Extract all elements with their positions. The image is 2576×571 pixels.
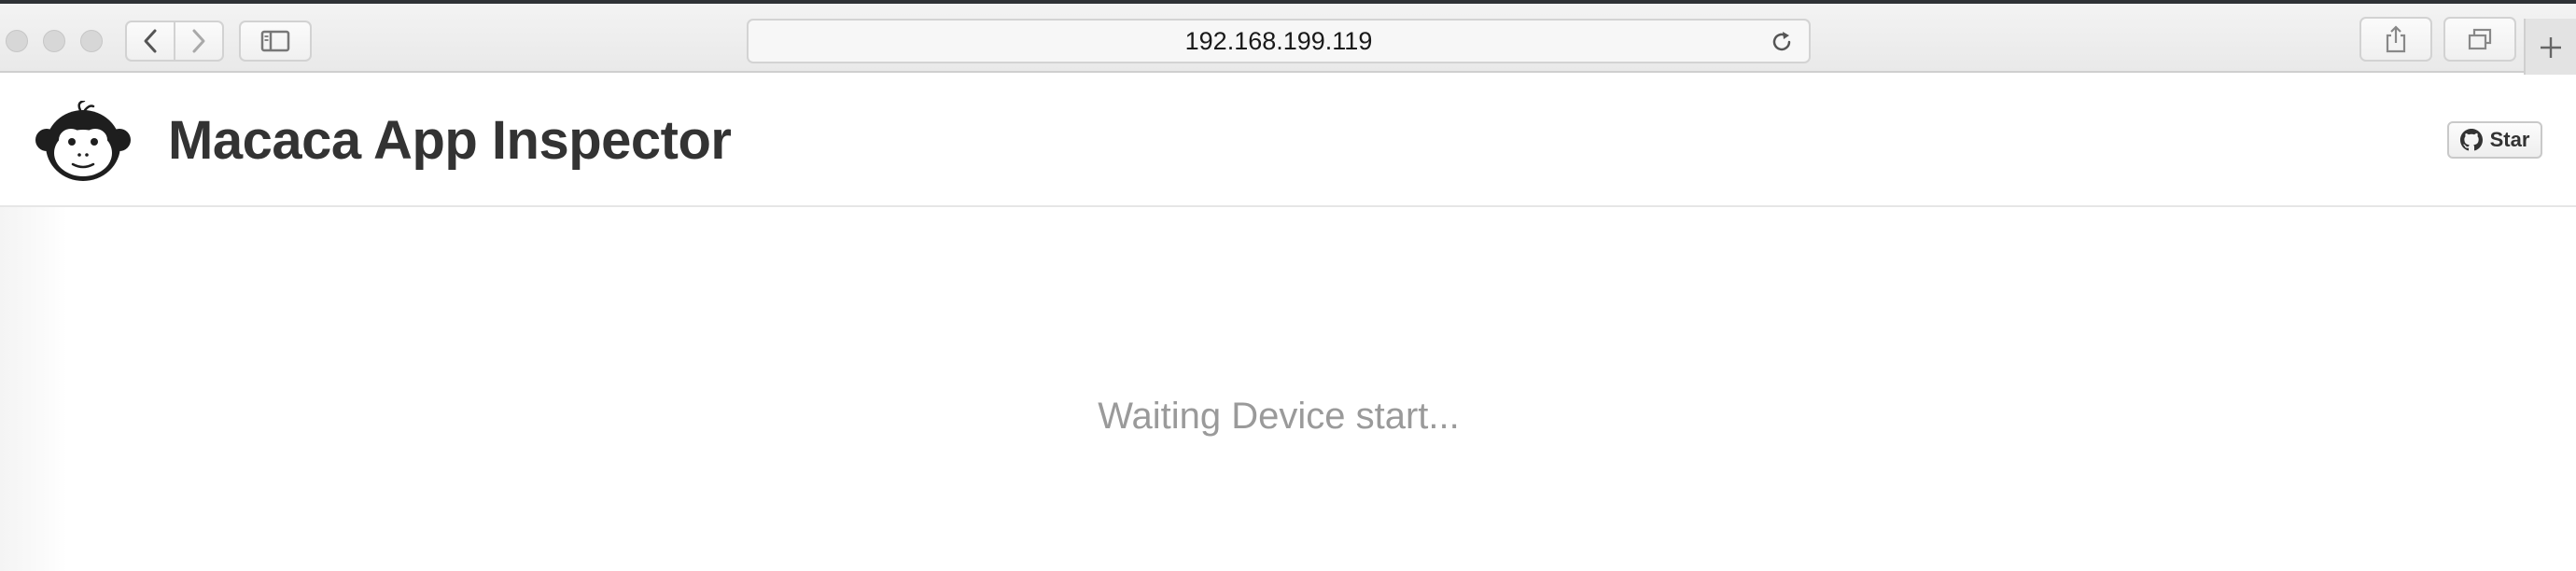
chevron-left-icon [144, 29, 157, 53]
address-text: 192.168.199.119 [1184, 26, 1373, 55]
app-header: Macaca App Inspector Star [0, 75, 2576, 207]
sidebar-toggle-button[interactable] [239, 21, 312, 62]
tabs-overview-icon [2468, 28, 2492, 50]
address-bar[interactable]: 192.168.199.119 [747, 19, 1811, 63]
status-message: Waiting Device start... [1098, 396, 1460, 437]
back-button[interactable] [127, 22, 174, 60]
share-button[interactable] [2359, 17, 2432, 62]
forward-button[interactable] [174, 22, 222, 60]
reload-icon [1772, 32, 1791, 51]
new-tab-button[interactable] [2524, 19, 2576, 77]
github-star-button[interactable]: Star [2447, 121, 2542, 159]
main-content: Waiting Device start... [0, 207, 2576, 571]
plus-icon [2541, 37, 2561, 58]
left-panel-edge [0, 207, 67, 571]
tabs-overview-button[interactable] [2443, 17, 2516, 62]
history-navigation [125, 21, 224, 62]
page-title: Macaca App Inspector [168, 110, 732, 171]
github-icon [2459, 129, 2483, 151]
chevron-right-icon [192, 29, 205, 53]
star-label: Star [2489, 128, 2530, 151]
reload-button[interactable] [1768, 28, 1796, 56]
zoom-window-button[interactable] [80, 30, 103, 52]
browser-window: 192.168.199.119 Macaca App Inspector Sta… [0, 0, 2576, 571]
browser-toolbar: 192.168.199.119 [0, 4, 2576, 77]
sidebar-icon [260, 30, 290, 52]
monkey-logo-icon [35, 101, 131, 181]
close-window-button[interactable] [6, 30, 28, 52]
share-icon [2386, 25, 2406, 53]
minimize-window-button[interactable] [43, 30, 65, 52]
